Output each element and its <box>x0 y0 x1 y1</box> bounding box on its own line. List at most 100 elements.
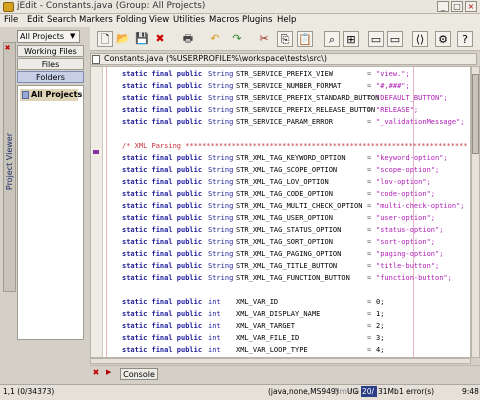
code-field-name: STR_XML_TAG_LOV_OPTION <box>236 178 329 186</box>
tab-working-files[interactable]: Working Files <box>17 45 84 57</box>
code-operator: = <box>367 94 372 102</box>
menu-edit[interactable]: Edit <box>27 14 43 27</box>
code-type: String <box>208 154 234 162</box>
code-modifiers: static final public <box>122 250 203 258</box>
help-icon[interactable]: ? <box>457 31 473 47</box>
print-icon[interactable]: 🖶 <box>180 31 196 47</box>
code-field-name: STR_XML_TAG_SCOPE_OPTION <box>236 166 338 174</box>
code-field-name: STR_XML_TAG_TITLE_BUTTON <box>236 262 338 270</box>
code-field-name: STR_XML_TAG_KEYWORD_OPTION <box>236 154 346 162</box>
gutter[interactable] <box>91 67 103 357</box>
code-type: int <box>208 346 221 354</box>
folder-icon <box>22 91 29 99</box>
menu-bar: File Edit Search Markers Folding View Ut… <box>0 14 480 27</box>
collapse-dock-icon[interactable]: ▶ <box>106 368 116 378</box>
redo-icon[interactable]: ↷ <box>229 31 245 47</box>
menu-utilities[interactable]: Utilities <box>173 14 205 27</box>
menu-help[interactable]: Help <box>277 14 296 27</box>
code-value: "#,###"; <box>376 82 410 90</box>
memory-total: 31Mb <box>378 387 399 396</box>
save-icon[interactable]: 💾 <box>134 31 150 47</box>
menu-macros[interactable]: Macros <box>209 14 239 27</box>
code-type: String <box>208 70 234 78</box>
code-value: "RELEASE"; <box>376 106 419 114</box>
mode-status[interactable]: (java,none,MS949) <box>268 387 339 396</box>
copy-icon[interactable]: ⎘ <box>277 31 293 47</box>
code-field-name: STR_XML_TAG_MULTI_CHECK_OPTION <box>236 202 363 210</box>
buffer-switcher[interactable]: Constants.java (%USERPROFILE%\workspace\… <box>90 53 477 65</box>
menu-markers[interactable]: Markers <box>79 14 113 27</box>
project-viewer-dock-tab[interactable]: Project Viewer <box>3 42 16 292</box>
code-field-name: STR_XML_TAG_USER_OPTION <box>236 214 333 222</box>
menu-file[interactable]: File <box>4 14 18 27</box>
maximize-button[interactable]: □ <box>451 1 463 12</box>
memory-bar[interactable]: 20/ <box>361 386 377 397</box>
menu-plugins[interactable]: Plugins <box>242 14 272 27</box>
tab-files[interactable]: Files <box>17 58 84 70</box>
page-icon[interactable]: ▭ <box>368 31 384 47</box>
caret-status: 1,1 (0/34373) <box>3 387 55 396</box>
code-modifiers: static final public <box>122 274 203 282</box>
blank-page-icon[interactable]: ▭ <box>387 31 403 47</box>
close-dock-icon[interactable]: ✖ <box>91 368 101 378</box>
code-type: String <box>208 118 234 126</box>
code-field-name: STR_XML_TAG_SORT_OPTION <box>236 238 333 246</box>
tab-console[interactable]: Console <box>120 368 158 380</box>
horizontal-scrollbar[interactable] <box>90 358 471 364</box>
marker-indicator <box>93 150 99 154</box>
code-field-name: XML_VAR_ID <box>236 298 279 306</box>
code-field-name: XML_VAR_FILE_ID <box>236 334 300 342</box>
close-panel-icon[interactable]: ✖ <box>2 44 13 54</box>
tree-item-label: All Projects <box>31 90 83 99</box>
code-field-name: STR_XML_TAG_CODE_OPTION <box>236 190 333 198</box>
close-window-button[interactable]: × <box>465 1 477 12</box>
code-field-name: XML_VAR_DISPLAY_NAME <box>236 310 321 318</box>
code-type: String <box>208 106 234 114</box>
code-field-name: STR_SERVICE_PREFIX_STANDARD_BUTTON <box>236 94 380 102</box>
code-operator: = <box>367 310 372 318</box>
settings-icon[interactable]: ⚙ <box>435 31 451 47</box>
menu-folding[interactable]: Folding <box>116 14 147 27</box>
open-file-icon[interactable]: 📂 <box>115 31 131 47</box>
code-operator: = <box>367 214 372 222</box>
code-field-name: STR_XML_TAG_FUNCTION_BUTTON <box>236 274 350 282</box>
code-value: "DEFAULT_BUTTON"; <box>376 94 448 102</box>
file-icon <box>92 55 100 64</box>
code-type: int <box>208 322 221 330</box>
code-operator: = <box>367 154 372 162</box>
code-modifiers: static final public <box>122 94 203 102</box>
paste-icon[interactable]: 📋 <box>297 31 313 47</box>
find-icon[interactable]: ⌕ <box>324 31 340 47</box>
find-in-files-icon[interactable]: ⊞ <box>343 31 359 47</box>
code-modifiers: static final public <box>122 202 203 210</box>
code-type: String <box>208 82 234 90</box>
chevron-down-icon[interactable]: ▼ <box>70 32 75 40</box>
code-value: "status-option"; <box>376 226 444 234</box>
project-viewer-label: Project Viewer <box>5 133 14 191</box>
code-value: 4; <box>376 346 385 354</box>
code-type: String <box>208 262 234 270</box>
menu-view[interactable]: View <box>149 14 169 27</box>
code-modifiers: static final public <box>122 166 203 174</box>
undo-icon[interactable]: ↶ <box>207 31 223 47</box>
code-value: "view."; <box>376 70 410 78</box>
code-modifiers: static final public <box>122 298 203 306</box>
code-field-name: STR_SERVICE_PREFIX_RELEASE_BUTTON <box>236 106 376 114</box>
code-icon[interactable]: ⟨⟩ <box>412 31 428 47</box>
clock: 9:48 <box>462 387 479 396</box>
minimize-button[interactable]: _ <box>437 1 449 12</box>
menu-search[interactable]: Search <box>47 14 76 27</box>
code-modifiers: static final public <box>122 322 203 330</box>
jedit-app-icon <box>3 2 14 12</box>
code-operator: = <box>367 70 372 78</box>
code-type: String <box>208 226 234 234</box>
close-file-icon[interactable]: ✖ <box>152 31 168 47</box>
code-operator: = <box>367 298 372 306</box>
code-operator: = <box>367 106 372 114</box>
tab-folders[interactable]: Folders <box>17 71 84 83</box>
vertical-scrollbar-thumb[interactable] <box>472 74 479 154</box>
code-value: "sort-option"; <box>376 238 436 246</box>
cut-icon[interactable]: ✂ <box>256 31 272 47</box>
new-file-icon[interactable]: 🗋 <box>97 31 113 47</box>
error-count[interactable]: 1 error(s) <box>399 387 434 396</box>
